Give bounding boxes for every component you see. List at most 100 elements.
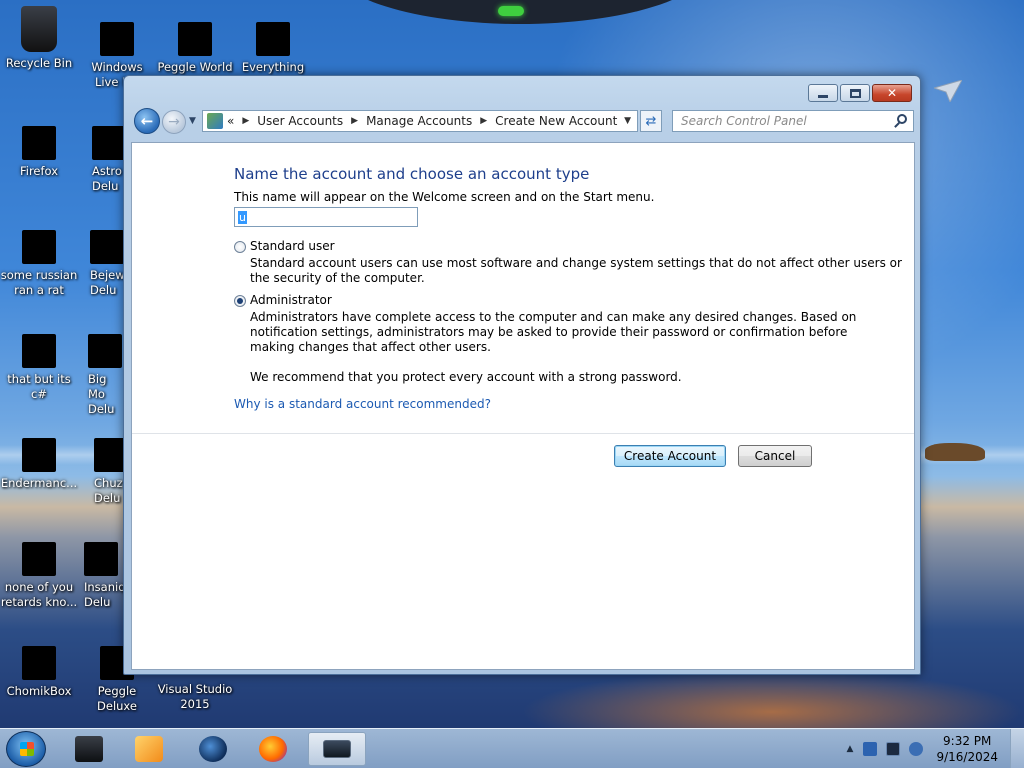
create-account-button[interactable]: Create Account bbox=[614, 445, 726, 467]
desktop-icon-insaniquarium[interactable]: Insaniq Delu bbox=[78, 542, 126, 610]
navigation-bar: ← → ▼ « ▶ User Accounts ▶ Manage Account… bbox=[132, 108, 914, 134]
shortcut-icon bbox=[22, 438, 56, 472]
close-button[interactable]: ✕ bbox=[872, 84, 912, 102]
search-placeholder: Search Control Panel bbox=[681, 114, 807, 128]
account-name-input[interactable]: u bbox=[234, 207, 418, 227]
insaniquarium-icon bbox=[84, 542, 118, 576]
desktop-icon-chomikbox[interactable]: ChomikBox bbox=[0, 646, 78, 699]
desktop-icon-label: Visual Studio 2015 bbox=[157, 682, 233, 711]
administrator-desc-line: Administrators have complete access to t… bbox=[250, 310, 857, 324]
astro-icon bbox=[92, 126, 126, 160]
name-instructions: This name will appear on the Welcome scr… bbox=[234, 190, 655, 204]
administrator-desc-line: notification settings, administrators ma… bbox=[250, 325, 848, 339]
recent-pages-dropdown[interactable]: ▼ bbox=[189, 116, 196, 126]
recycle-bin-icon bbox=[21, 6, 57, 52]
administrator-label[interactable]: Administrator bbox=[250, 293, 332, 307]
password-recommendation: We recommend that you protect every acco… bbox=[250, 370, 682, 384]
control-panel-window-icon bbox=[323, 740, 351, 758]
back-button[interactable]: ← bbox=[134, 108, 160, 134]
desktop-icon-label: Insaniq Delu bbox=[84, 580, 126, 609]
desktop-icon-some-russian[interactable]: some russian ran a rat bbox=[0, 230, 78, 298]
standard-user-radio[interactable] bbox=[234, 241, 246, 253]
peggle-world-icon bbox=[178, 22, 212, 56]
paper-plane-icon bbox=[934, 80, 962, 102]
breadcrumb-separator-icon[interactable]: ▶ bbox=[480, 116, 487, 126]
action-center-icon[interactable] bbox=[863, 742, 878, 756]
minimize-button[interactable] bbox=[808, 84, 838, 102]
everything-icon bbox=[256, 22, 290, 56]
desktop-icon-label: Big Mo Delu bbox=[88, 372, 115, 416]
desktop-icon-label: Endermanc... bbox=[0, 476, 78, 490]
desktop-icon-that-but-csharp[interactable]: that but its c# bbox=[0, 334, 78, 402]
desktop-icon-none-of-you[interactable]: none of you retards kno... bbox=[0, 542, 78, 610]
wallpaper-sunset bbox=[520, 670, 1024, 730]
window-controls: ✕ bbox=[808, 84, 912, 102]
administrator-radio[interactable] bbox=[234, 295, 246, 307]
clock[interactable]: 9:32 PM 9/16/2024 bbox=[936, 733, 998, 765]
create-account-window: ✕ ← → ▼ « ▶ User Accounts ▶ Manage Accou… bbox=[123, 75, 921, 675]
cancel-button[interactable]: Cancel bbox=[738, 445, 812, 467]
chomikbox-icon bbox=[22, 646, 56, 680]
search-icon[interactable] bbox=[897, 114, 907, 124]
desktop-icon-peggle-world[interactable]: Peggle World bbox=[156, 22, 234, 75]
page-title: Name the account and choose an account t… bbox=[234, 165, 590, 183]
account-name-value: u bbox=[238, 211, 247, 224]
volume-icon[interactable] bbox=[909, 742, 924, 756]
desktop-icon-label: that but its c# bbox=[7, 372, 71, 401]
standard-account-help-link[interactable]: Why is a standard account recommended? bbox=[234, 397, 491, 411]
breadcrumb-create-new-account[interactable]: Create New Account bbox=[495, 114, 617, 128]
desktop-icon-label: Recycle Bin bbox=[5, 56, 73, 70]
desktop-icon-bejeweled[interactable]: Bejew Delu bbox=[78, 230, 126, 298]
taskbar-item-globe[interactable] bbox=[184, 732, 242, 766]
desktop-icon-everything[interactable]: Everything bbox=[234, 22, 312, 75]
desktop-icon-label: some russian ran a rat bbox=[0, 268, 78, 297]
address-bar[interactable]: « ▶ User Accounts ▶ Manage Accounts ▶ Cr… bbox=[202, 110, 638, 132]
shortcut-icon bbox=[22, 542, 56, 576]
desktop-icon-label: Bejew Delu bbox=[90, 268, 125, 297]
taskbar-item-media-player[interactable] bbox=[120, 732, 178, 766]
wallpaper-rock bbox=[925, 443, 985, 461]
maximize-button[interactable] bbox=[840, 84, 870, 102]
desktop-icon-enderman[interactable]: Endermanc... bbox=[0, 438, 78, 491]
network-icon[interactable] bbox=[886, 742, 901, 756]
show-desktop-button[interactable] bbox=[1010, 729, 1024, 768]
breadcrumb-user-accounts[interactable]: User Accounts bbox=[257, 114, 343, 128]
refresh-button[interactable]: ⇄ bbox=[640, 110, 662, 132]
desktop-icon-astro[interactable]: Astro Delu bbox=[78, 126, 126, 194]
desktop-icon-big-money[interactable]: Big Mo Delu bbox=[78, 334, 126, 417]
clock-time: 9:32 PM bbox=[943, 734, 992, 748]
taskbar-item-recycle[interactable] bbox=[60, 732, 118, 766]
back-arrow-icon: ← bbox=[140, 112, 154, 130]
content-divider bbox=[132, 433, 914, 434]
search-input[interactable]: Search Control Panel bbox=[672, 110, 914, 132]
taskbar-item-firefox[interactable] bbox=[244, 732, 302, 766]
desktop-icon-recycle-bin[interactable]: Recycle Bin bbox=[0, 6, 78, 71]
breadcrumb-separator-icon[interactable]: ▶ bbox=[351, 116, 358, 126]
close-icon: ✕ bbox=[886, 86, 898, 100]
breadcrumb-separator-icon: ▶ bbox=[242, 116, 250, 126]
desktop-icon-chuzzle[interactable]: Chuz Delu bbox=[78, 438, 126, 506]
desktop-icon-visual-studio[interactable]: Visual Studio 2015 bbox=[156, 682, 234, 712]
forward-button[interactable]: → bbox=[162, 110, 186, 134]
start-button[interactable] bbox=[6, 731, 46, 767]
desktop-icon-label: Peggle World bbox=[157, 60, 233, 74]
media-player-icon bbox=[135, 736, 163, 762]
standard-user-description: Standard account users can use most soft… bbox=[250, 256, 902, 286]
big-money-icon bbox=[88, 334, 122, 368]
address-dropdown-icon[interactable]: ▼ bbox=[624, 116, 631, 126]
bejeweled-icon bbox=[90, 230, 124, 264]
show-hidden-icons-button[interactable]: ▲ bbox=[847, 744, 854, 754]
breadcrumb-manage-accounts[interactable]: Manage Accounts bbox=[366, 114, 472, 128]
desktop-icon-label: Astro Delu bbox=[92, 164, 122, 193]
desktop-icon-label: ChomikBox bbox=[6, 684, 72, 698]
globe-icon bbox=[199, 736, 227, 762]
forward-arrow-icon: → bbox=[168, 114, 180, 130]
taskbar-item-control-panel[interactable] bbox=[308, 732, 366, 766]
windows-live-icon bbox=[100, 22, 134, 56]
black-box-icon bbox=[75, 736, 103, 762]
standard-user-label[interactable]: Standard user bbox=[250, 239, 335, 253]
desktop-icon-label: Everything bbox=[241, 60, 305, 74]
desktop-icon-label: none of you retards kno... bbox=[0, 580, 78, 609]
breadcrumb-overflow[interactable]: « bbox=[227, 114, 234, 128]
desktop-icon-firefox[interactable]: Firefox bbox=[0, 126, 78, 179]
